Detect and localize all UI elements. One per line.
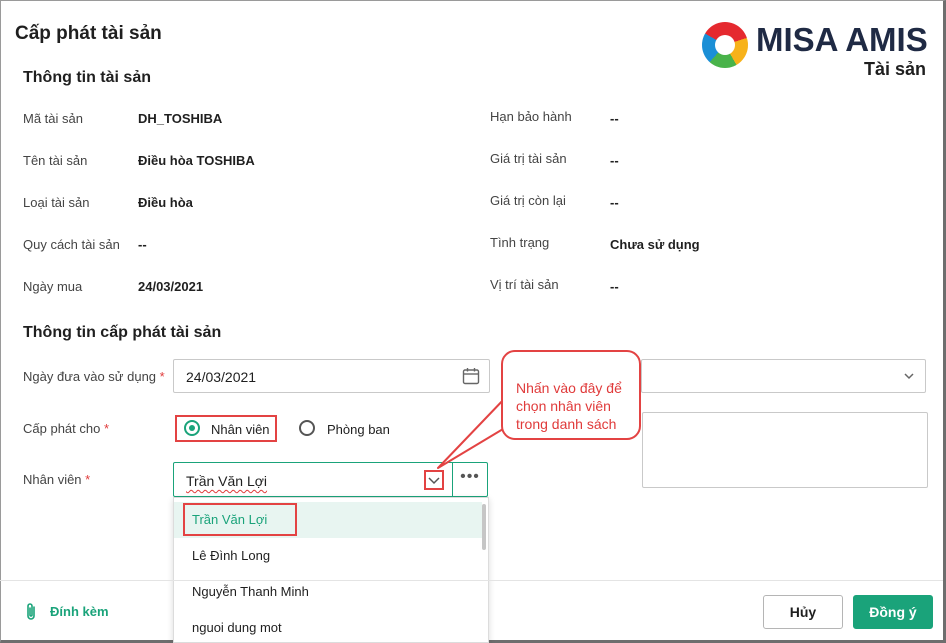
- chevron-down-icon: [904, 373, 914, 380]
- assign-to-label-text: Cấp phát cho: [23, 421, 101, 436]
- paperclip-icon: [27, 603, 35, 620]
- usage-date-value: 24/03/2021: [186, 369, 257, 385]
- asset-code-value: DH_TOSHIBA: [138, 111, 223, 126]
- employee-dropdown-button[interactable]: [424, 470, 444, 490]
- allocation-info-title: Thông tin cấp phát tài sản: [23, 324, 222, 341]
- usage-date-input[interactable]: 24/03/2021: [173, 359, 490, 393]
- combo-divider: [452, 463, 453, 496]
- assign-to-label: Cấp phát cho *: [23, 421, 109, 436]
- warranty-value: --: [610, 111, 619, 126]
- right-text-area[interactable]: [642, 412, 928, 488]
- employee-radio-label[interactable]: Nhân viên: [211, 422, 270, 437]
- purchase-date-value: 24/03/2021: [138, 279, 204, 294]
- warranty-label: Hạn bảo hành: [490, 109, 572, 124]
- location-value: --: [610, 279, 619, 294]
- status-label: Tình trạng: [490, 235, 550, 250]
- footer-divider: [0, 580, 943, 581]
- logo-brand: MISA AMIS: [756, 21, 928, 58]
- location-label: Vị trí tài sản: [490, 277, 559, 292]
- calendar-icon[interactable]: [462, 367, 480, 385]
- asset-type-label: Loại tài sản: [23, 195, 90, 210]
- purchase-date-label: Ngày mua: [23, 279, 83, 294]
- logo-product: Tài sản: [863, 59, 926, 79]
- confirm-button[interactable]: Đồng ý: [853, 595, 933, 629]
- required-mark: *: [85, 472, 91, 487]
- more-options-button[interactable]: •••: [455, 466, 485, 494]
- dropdown-item[interactable]: Lê Đình Long: [174, 538, 482, 574]
- selected-item-highlight: [183, 503, 297, 536]
- department-radio-label[interactable]: Phòng ban: [327, 422, 390, 437]
- asset-value-label: Giá trị tài sản: [490, 151, 567, 166]
- required-mark: *: [159, 369, 165, 384]
- dropdown-item[interactable]: nguoi dung mot: [174, 610, 482, 642]
- right-select-field[interactable]: [641, 359, 926, 393]
- usage-date-label-text: Ngày đưa vào sử dụng: [23, 369, 157, 384]
- misa-amis-logo: MISA AMIS Tài sản: [700, 20, 930, 82]
- asset-spec-value: --: [138, 237, 147, 252]
- instruction-callout: Nhấn vào đây để chọn nhân viên trong dan…: [501, 350, 641, 440]
- remaining-value-label: Giá trị còn lại: [490, 193, 566, 208]
- dropdown-scrollbar[interactable]: [482, 504, 486, 550]
- employee-label-text: Nhân viên: [23, 472, 82, 487]
- callout-text: Nhấn vào đây để chọn nhân viên trong dan…: [516, 380, 622, 432]
- asset-name-label: Tên tài sản: [23, 153, 88, 168]
- callout-joint: [503, 399, 507, 419]
- asset-type-value: Điều hòa: [138, 195, 193, 210]
- asset-name-value: Điều hòa TOSHIBA: [138, 153, 255, 168]
- usage-date-label: Ngày đưa vào sử dụng *: [23, 369, 165, 384]
- status-value: Chưa sử dụng: [610, 237, 700, 252]
- logo-mark-icon: [702, 22, 748, 68]
- required-mark: *: [103, 421, 110, 436]
- asset-code-label: Mã tài sản: [23, 111, 83, 126]
- asset-spec-label: Quy cách tài sản: [23, 237, 120, 252]
- asset-value-value: --: [610, 153, 619, 168]
- remaining-value-value: --: [610, 195, 619, 210]
- chevron-down-icon: [428, 477, 440, 485]
- department-radio[interactable]: [299, 420, 315, 436]
- dialog-title: Cấp phát tài sản: [15, 23, 162, 44]
- employee-label: Nhân viên *: [23, 472, 90, 487]
- employee-radio[interactable]: [184, 420, 200, 436]
- employee-combobox-value: Trần Văn Lợi: [186, 473, 268, 489]
- asset-info-title: Thông tin tài sản: [23, 69, 151, 86]
- cancel-button[interactable]: Hủy: [763, 595, 843, 629]
- attach-label: Đính kèm: [50, 604, 109, 619]
